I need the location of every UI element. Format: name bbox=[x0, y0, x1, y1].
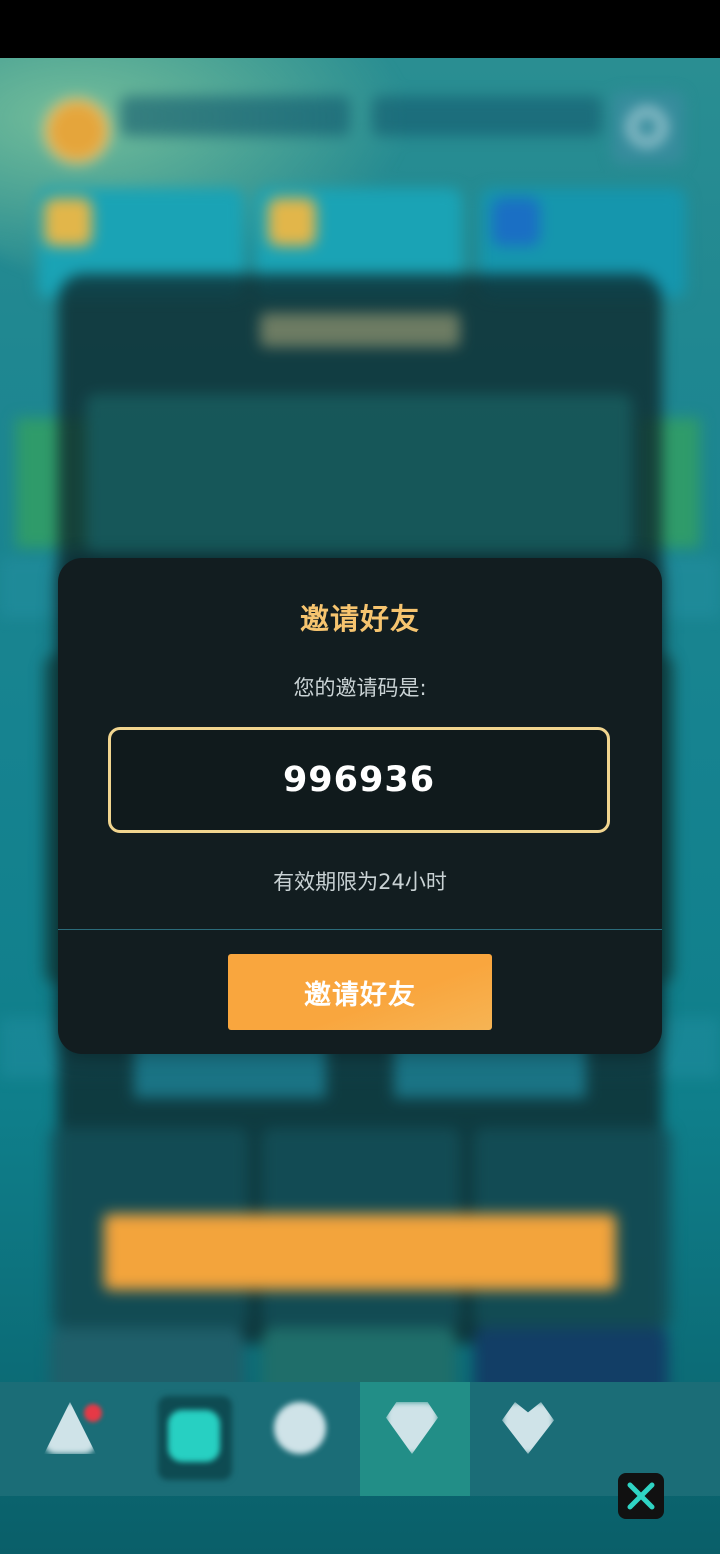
background-panel-text bbox=[86, 394, 632, 554]
invite-friend-modal: 邀请好友 您的邀请码是: 996936 有效期限为24小时 邀请好友 bbox=[58, 558, 662, 1054]
avatar bbox=[44, 98, 110, 164]
compass-nav-icon bbox=[274, 1402, 326, 1454]
card-icon bbox=[268, 198, 316, 246]
invite-code-label: 您的邀请码是: bbox=[293, 676, 427, 700]
validity-note: 有效期限为24小时 bbox=[273, 870, 447, 894]
invite-code-value: 996936 bbox=[282, 760, 436, 800]
notification-dot bbox=[84, 1404, 102, 1422]
background-invite-button bbox=[104, 1214, 616, 1290]
resource-pill bbox=[120, 96, 350, 136]
shield-nav-icon bbox=[168, 1410, 220, 1462]
modal-divider bbox=[58, 929, 662, 930]
close-button[interactable] bbox=[618, 1473, 664, 1519]
modal-title: 邀请好友 bbox=[299, 602, 420, 636]
background-panel-title bbox=[260, 313, 460, 347]
card-icon bbox=[44, 198, 92, 246]
gear-icon bbox=[628, 108, 666, 146]
close-x-icon bbox=[627, 1482, 655, 1510]
status-bar bbox=[0, 0, 720, 58]
water-drop-icon bbox=[492, 198, 540, 246]
invite-code-box[interactable]: 996936 bbox=[108, 727, 610, 833]
resource-pill bbox=[372, 96, 602, 136]
invite-friend-button[interactable]: 邀请好友 bbox=[228, 954, 492, 1030]
